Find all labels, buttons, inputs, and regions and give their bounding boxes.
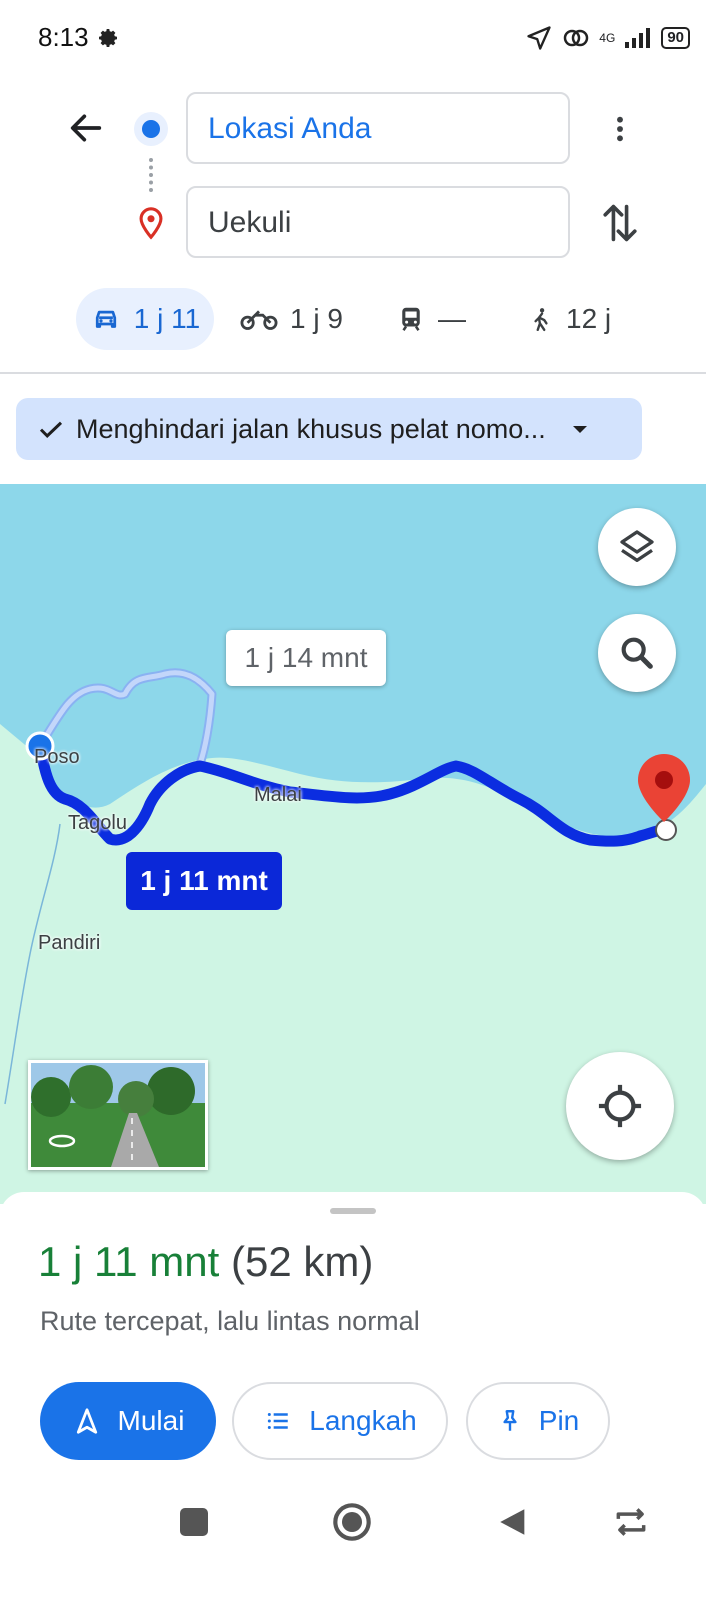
list-icon [268, 1412, 289, 1430]
pin-label: Pin [538, 1405, 580, 1436]
search-icon [621, 637, 653, 669]
start-label: Mulai [117, 1405, 185, 1436]
gear-icon [99, 29, 117, 47]
recents-square-icon[interactable] [180, 1508, 208, 1536]
route-distance: (52 km) [230, 1238, 374, 1285]
map-label-tagolu: Tagolu [68, 812, 127, 834]
walk-icon [534, 308, 548, 332]
route-option-label: Menghindari jalan khusus pelat nomo... [76, 413, 546, 444]
route-endpoint [655, 819, 677, 841]
sheet-drag-handle[interactable] [330, 1208, 376, 1214]
home-circle-icon[interactable] [332, 1502, 372, 1542]
map-label-pandiri: Pandiri [38, 932, 101, 954]
steps-button[interactable]: Langkah [232, 1382, 448, 1460]
layers-button[interactable] [598, 508, 676, 586]
mode-tab-drive[interactable]: 1 j 11 [76, 288, 214, 350]
battery-indicator: 90 [661, 27, 690, 49]
more-options-icon[interactable] [604, 108, 636, 150]
dropdown-arrow-icon [572, 426, 587, 433]
car-icon [95, 310, 116, 328]
destination-input[interactable]: Uekuli [186, 186, 570, 258]
route-option-chip[interactable]: Menghindari jalan khusus pelat nomo... [16, 398, 642, 460]
navigation-arrow-icon [76, 1408, 97, 1434]
map-label-poso: Poso [34, 746, 80, 768]
mode-label: 12 j [566, 303, 612, 334]
main-route-callout[interactable]: 1 j 11 mnt [126, 852, 282, 910]
network-type: 4G [599, 31, 616, 45]
status-bar: 8:13 4G 90 [0, 0, 720, 78]
route-connector [149, 158, 157, 192]
divider [0, 372, 706, 374]
route-duration: 1 j 11 mnt [38, 1238, 220, 1285]
motorcycle-icon [240, 310, 278, 330]
map-label-malai: Malai [254, 784, 302, 806]
mode-tab-walk[interactable]: 12 j [528, 288, 611, 350]
mode-label: — [438, 303, 466, 334]
rotate-screen-icon[interactable] [612, 1506, 650, 1538]
search-map-button[interactable] [598, 614, 676, 692]
back-arrow-icon[interactable] [66, 108, 106, 148]
destination-pin-icon [139, 207, 163, 240]
pushpin-icon [503, 1410, 517, 1431]
hotspot-icon [564, 29, 589, 47]
mode-label: 1 j 9 [290, 303, 343, 334]
crosshair-icon [598, 1084, 642, 1128]
system-nav-bar [0, 1490, 706, 1600]
mode-label: 1 j 11 [133, 303, 201, 334]
train-icon [402, 307, 420, 331]
back-triangle-icon[interactable] [496, 1504, 530, 1540]
start-button[interactable]: Mulai [40, 1382, 216, 1460]
route-description: Rute tercepat, lalu lintas normal [40, 1306, 420, 1336]
360-view-icon [48, 1134, 76, 1148]
status-icons: 4G 90 [525, 22, 690, 54]
pin-button[interactable]: Pin [466, 1382, 610, 1460]
layers-icon [620, 530, 654, 562]
origin-input[interactable]: Lokasi Anda [186, 92, 570, 164]
map-view[interactable]: Poso Tagolu Malai Pandiri 1 j 14 mnt 1 j… [0, 484, 706, 1204]
route-summary: 1 j 11 mnt (52 km) [38, 1238, 373, 1286]
my-location-button[interactable] [566, 1052, 674, 1160]
check-icon [39, 421, 63, 438]
status-time: 8:13 [38, 22, 89, 52]
street-view-thumbnail[interactable] [28, 1060, 208, 1170]
origin-dot-icon [134, 112, 168, 146]
steps-label: Langkah [309, 1405, 417, 1436]
swap-icon[interactable] [600, 200, 640, 246]
location-arrow-icon [527, 26, 551, 50]
signal-icon [625, 28, 651, 48]
alt-route-callout[interactable]: 1 j 14 mnt [226, 630, 386, 686]
mode-tab-transit[interactable]: — [396, 288, 466, 350]
mode-tab-motorcycle[interactable]: 1 j 9 [240, 288, 343, 350]
